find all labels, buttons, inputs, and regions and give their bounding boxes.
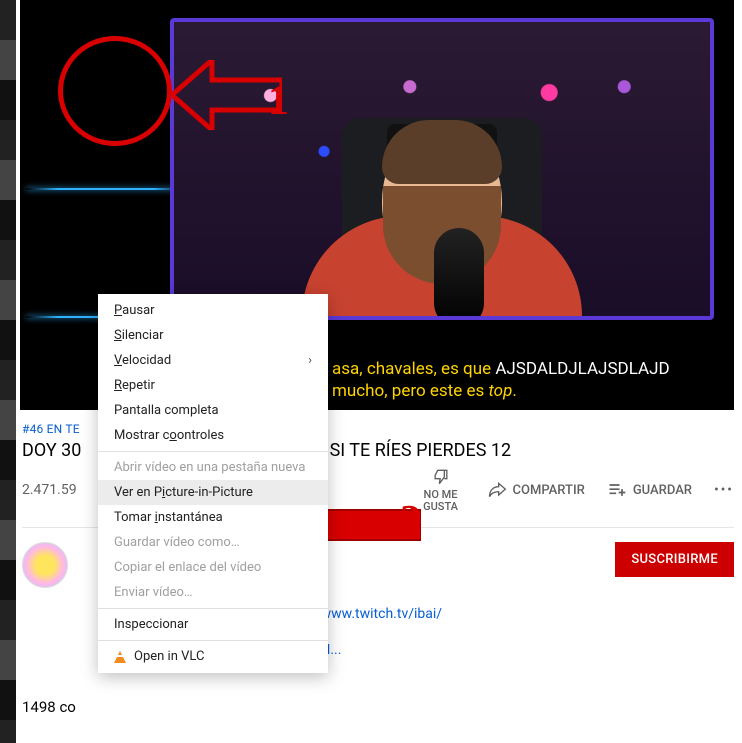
ctx-speed[interactable]: Velocidad›: [98, 348, 328, 373]
share-button[interactable]: COMPARTIR: [487, 480, 585, 500]
dislike-label: NO ME GUSTA: [417, 489, 465, 513]
video-subtitle: asa, chavales, es que AJSDALDJLAJSDLAJD …: [332, 358, 670, 402]
ctx-loop[interactable]: Repetir: [98, 373, 328, 398]
playlist-add-icon: [607, 480, 627, 500]
thumb-down-icon: [431, 467, 451, 487]
description-line-1: s://www.twitch.tv/ibai/: [300, 606, 734, 622]
ctx-inspect[interactable]: Inspeccionar: [98, 608, 328, 637]
page-left-thumb-strip: [0, 0, 16, 743]
neon-decor: [26, 188, 186, 190]
ctx-save-as: Guardar vídeo como…: [98, 530, 328, 555]
annotation-circle: [58, 36, 172, 146]
action-bar: NO ME GUSTA COMPARTIR GUARDAR •••: [417, 467, 734, 513]
ctx-open-new-tab: Abrir vídeo en una pestaña nueva: [98, 451, 328, 480]
more-actions-button[interactable]: •••: [714, 480, 734, 500]
share-icon: [487, 480, 507, 500]
ctx-copy-link: Copiar el enlace del vídeo: [98, 555, 328, 580]
ctx-fullscreen[interactable]: Pantalla completa: [98, 398, 328, 423]
ctx-pause[interactable]: Pausar: [98, 298, 328, 323]
video-context-menu: Pausar Silenciar Velocidad› Repetir Pant…: [98, 294, 328, 673]
ctx-show-controls[interactable]: Mostrar coontroles: [98, 423, 328, 448]
ctx-picture-in-picture[interactable]: Ver en Picture-in-Picture: [98, 480, 328, 505]
vlc-icon: [114, 651, 126, 663]
twitch-link[interactable]: www.twitch.tv/ibai/: [321, 606, 442, 622]
save-button[interactable]: GUARDAR: [607, 480, 692, 500]
share-label: COMPARTIR: [513, 483, 585, 498]
more-horiz-icon: •••: [714, 480, 734, 500]
ctx-snapshot[interactable]: Tomar instantánea: [98, 505, 328, 530]
chevron-right-icon: ›: [308, 353, 312, 368]
ctx-mute[interactable]: Silenciar: [98, 323, 328, 348]
microphone: [434, 228, 484, 320]
view-count: 2.471.59: [22, 482, 77, 498]
annotation-number-2: 2: [400, 500, 421, 542]
dislike-button[interactable]: NO ME GUSTA: [417, 467, 465, 513]
subscribe-button[interactable]: SUSCRIBIRME: [615, 542, 734, 577]
comments-count: 1498 co: [22, 698, 734, 716]
ctx-open-in-vlc[interactable]: Open in VLC: [98, 640, 328, 669]
annotation-arrow-1: [172, 60, 282, 130]
annotation-number-1: 1: [268, 80, 289, 122]
ctx-send-video: Enviar vídeo…: [98, 580, 328, 605]
description-line-2: C6jN...: [300, 642, 734, 658]
save-label: GUARDAR: [633, 483, 692, 498]
channel-avatar[interactable]: [22, 542, 68, 588]
